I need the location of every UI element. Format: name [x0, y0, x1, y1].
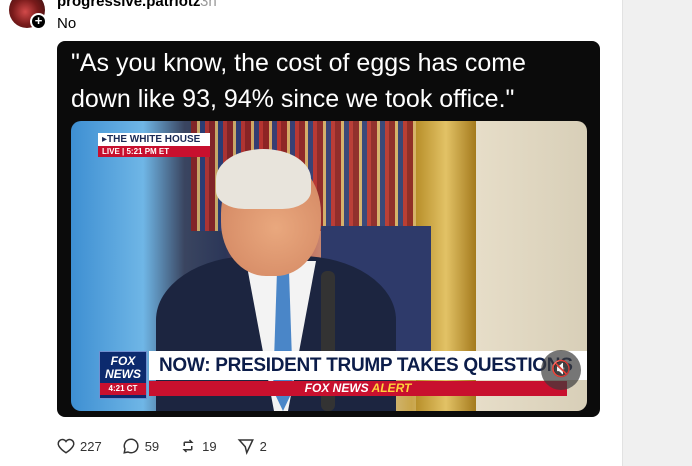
share-button[interactable]: 2 [237, 437, 267, 455]
avatar[interactable]: + [9, 0, 47, 30]
repost-count: 19 [202, 438, 217, 454]
reply-count: 59 [144, 438, 160, 454]
like-count: 227 [80, 438, 102, 454]
reply-button[interactable]: 59 [122, 437, 159, 455]
post-actions: 227 59 19 2 [57, 436, 287, 456]
repost-icon [182, 439, 194, 453]
comment-icon [122, 438, 139, 454]
alert-word: ALERT [371, 381, 412, 395]
logo-line2: NEWS [105, 367, 141, 381]
person-hair [216, 149, 311, 209]
repost-button[interactable]: 19 [179, 437, 217, 455]
alert-brand: FOX NEWS [304, 381, 369, 395]
logo-time: 4:21 CT [100, 383, 146, 395]
fox-news-logo: FOX NEWS 4:21 CT [99, 351, 147, 399]
post-text: No [57, 15, 77, 32]
speaker-muted-icon: 🔇 [551, 361, 571, 378]
send-icon [237, 439, 254, 455]
more-options-icon[interactable]: ··· [580, 0, 599, 6]
headline-bar: NOW: PRESIDENT TRUMP TAKES QUESTIONS [149, 351, 587, 380]
timestamp[interactable]: 3h [200, 0, 217, 10]
badge-live: LIVE | 5:21 PM ET [98, 146, 210, 157]
username[interactable]: progressive.patriotz [57, 0, 200, 10]
badge-title: ▸THE WHITE HOUSE [98, 133, 210, 146]
video-frame[interactable]: ▸THE WHITE HOUSE LIVE | 5:21 PM ET FOX N… [71, 121, 587, 411]
like-button[interactable]: 227 [57, 437, 102, 455]
white-house-live-badge: ▸THE WHITE HOUSE LIVE | 5:21 PM ET [98, 133, 210, 159]
share-count: 2 [259, 438, 267, 454]
mute-button[interactable]: 🔇 [541, 350, 581, 390]
heart-icon [57, 438, 75, 454]
news-ticker: FOX NEWS 4:21 CT NOW: PRESIDENT TRUMP TA… [99, 351, 587, 399]
video-media[interactable]: "As you know, the cost of eggs has come … [57, 41, 600, 417]
video-caption-quote: "As you know, the cost of eggs has come … [71, 49, 526, 113]
right-gutter [622, 0, 692, 466]
follow-plus-icon[interactable]: + [30, 13, 47, 30]
alert-bar: FOX NEWS ALERT [149, 381, 567, 396]
